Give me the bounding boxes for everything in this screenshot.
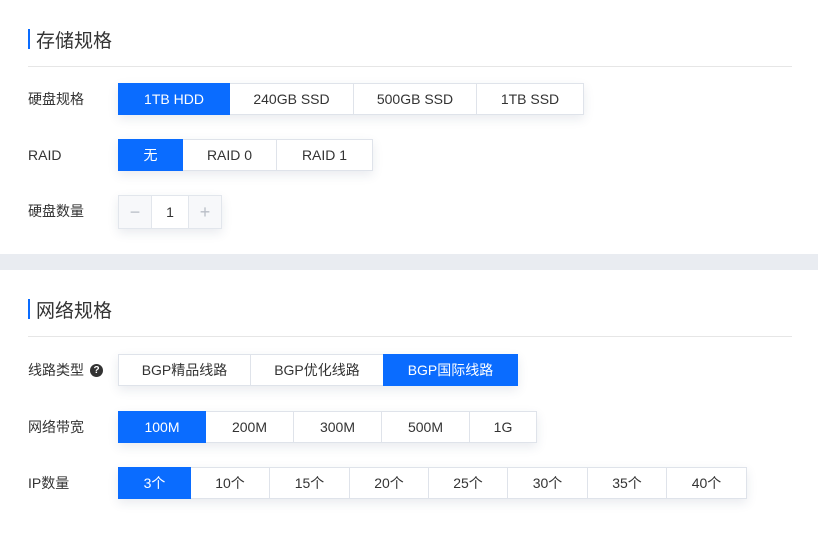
bandwidth-label-text: 网络带宽 [28, 419, 84, 435]
disk-spec-option-500gb-ssd[interactable]: 500GB SSD [353, 83, 477, 115]
line-type-option-premium[interactable]: BGP精品线路 [118, 354, 251, 386]
raid-label: RAID [28, 139, 61, 171]
bandwidth-option-500m[interactable]: 500M [381, 411, 470, 443]
bandwidth-option-1g[interactable]: 1G [469, 411, 537, 443]
ip-count-option-35[interactable]: 35个 [587, 467, 667, 499]
raid-option-raid1[interactable]: RAID 1 [276, 139, 373, 171]
disk-count-stepper: − 1 + [118, 195, 222, 229]
raid-option-none[interactable]: 无 [118, 139, 183, 171]
line-type-label-text: 线路类型 [28, 362, 84, 378]
ip-count-option-25[interactable]: 25个 [428, 467, 508, 499]
ip-count-label-text: IP数量 [28, 475, 70, 491]
disk-spec-row: 硬盘规格 1TB HDD 240GB SSD 500GB SSD 1TB SSD [0, 83, 818, 115]
disk-count-row: 硬盘数量 − 1 + [0, 195, 818, 229]
section-accent-bar [28, 299, 30, 319]
storage-section-header: 存储规格 [28, 24, 792, 67]
disk-count-label: 硬盘数量 [28, 195, 84, 227]
section-accent-bar [28, 29, 30, 49]
ip-count-option-20[interactable]: 20个 [349, 467, 429, 499]
bandwidth-option-300m[interactable]: 300M [293, 411, 382, 443]
disk-count-label-text: 硬盘数量 [28, 203, 84, 219]
network-section-title: 网络规格 [36, 301, 113, 322]
disk-spec-selector: 1TB HDD 240GB SSD 500GB SSD 1TB SSD [118, 83, 584, 115]
raid-selector: 无 RAID 0 RAID 1 [118, 139, 373, 171]
storage-panel: 存储规格 硬盘规格 1TB HDD 240GB SSD 500GB SSD 1T… [0, 0, 818, 254]
ip-count-option-40[interactable]: 40个 [666, 467, 747, 499]
decrement-button[interactable]: − [119, 196, 151, 228]
disk-spec-label-text: 硬盘规格 [28, 91, 84, 107]
raid-label-text: RAID [28, 147, 62, 163]
line-type-label: 线路类型 ? [28, 354, 103, 386]
storage-section-title: 存储规格 [36, 31, 113, 52]
disk-spec-option-1tb-ssd[interactable]: 1TB SSD [476, 83, 584, 115]
disk-spec-label: 硬盘规格 [28, 83, 84, 115]
ip-count-option-3[interactable]: 3个 [118, 467, 191, 499]
network-section-header: 网络规格 [28, 294, 792, 337]
ip-count-row: IP数量 3个 10个 15个 20个 25个 30个 35个 40个 [0, 467, 818, 499]
increment-button[interactable]: + [189, 196, 221, 228]
bandwidth-selector: 100M 200M 300M 500M 1G [118, 411, 537, 443]
ip-count-selector: 3个 10个 15个 20个 25个 30个 35个 40个 [118, 467, 747, 499]
disk-spec-option-1tb-hdd[interactable]: 1TB HDD [118, 83, 230, 115]
raid-row: RAID 无 RAID 0 RAID 1 [0, 139, 818, 171]
ip-count-option-10[interactable]: 10个 [190, 467, 270, 499]
line-type-selector: BGP精品线路 BGP优化线路 BGP国际线路 [118, 354, 518, 386]
disk-spec-option-240gb-ssd[interactable]: 240GB SSD [229, 83, 354, 115]
line-type-option-international[interactable]: BGP国际线路 [383, 354, 518, 386]
help-icon[interactable]: ? [90, 363, 103, 377]
ip-count-option-15[interactable]: 15个 [269, 467, 350, 499]
ip-count-label: IP数量 [28, 467, 69, 499]
line-type-row: 线路类型 ? BGP精品线路 BGP优化线路 BGP国际线路 [0, 354, 818, 386]
bandwidth-option-100m[interactable]: 100M [118, 411, 206, 443]
network-panel: 网络规格 线路类型 ? BGP精品线路 BGP优化线路 BGP国际线路 网络带宽… [0, 270, 818, 538]
bandwidth-label: 网络带宽 [28, 411, 84, 443]
disk-count-value[interactable]: 1 [151, 196, 189, 228]
ip-count-option-30[interactable]: 30个 [507, 467, 588, 499]
bandwidth-option-200m[interactable]: 200M [205, 411, 294, 443]
raid-option-raid0[interactable]: RAID 0 [182, 139, 277, 171]
line-type-option-optimized[interactable]: BGP优化线路 [250, 354, 384, 386]
bandwidth-row: 网络带宽 100M 200M 300M 500M 1G [0, 411, 818, 443]
